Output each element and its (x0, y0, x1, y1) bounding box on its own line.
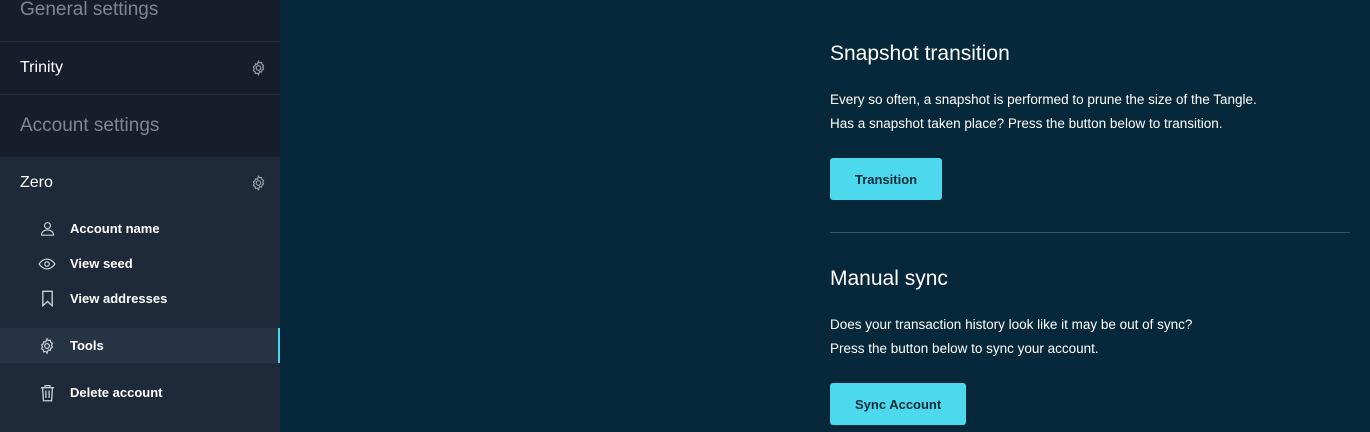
snapshot-description-line-1: Every so often, a snapshot is performed … (830, 92, 1257, 107)
gear-icon[interactable] (250, 175, 267, 192)
wallet-item-label: Trinity (20, 59, 63, 76)
sidebar-item-tools[interactable]: Tools (0, 328, 280, 363)
wallet-item-trinity[interactable]: Trinity (0, 42, 280, 94)
trash-icon (38, 384, 56, 402)
sidebar-item-view-addresses[interactable]: View addresses (0, 281, 280, 316)
gear-icon[interactable] (250, 60, 267, 77)
eye-icon (38, 255, 56, 273)
sidebar-item-delete-account[interactable]: Delete account (0, 375, 280, 410)
account-name-label: Zero (20, 174, 53, 191)
snapshot-description-line-2: Has a snapshot taken place? Press the bu… (830, 116, 1223, 131)
sidebar-item-label: Account name (70, 221, 160, 236)
general-settings-section: General settings Trinity Account setting… (0, 0, 280, 157)
transition-button[interactable]: Transition (830, 158, 943, 200)
section-divider (830, 232, 1350, 233)
sync-description-line-2: Press the button below to sync your acco… (830, 341, 1099, 356)
sidebar-item-label: View seed (70, 256, 133, 271)
sidebar: General settings Trinity Account setting… (0, 0, 280, 432)
manual-sync-title: Manual sync (830, 267, 948, 290)
gear-icon (38, 337, 56, 355)
user-icon (38, 220, 56, 238)
sidebar-item-label: Delete account (70, 385, 163, 400)
sidebar-item-account-name[interactable]: Account name (0, 211, 280, 246)
snapshot-transition-title: Snapshot transition (830, 42, 1010, 65)
account-item-zero[interactable]: Zero (0, 157, 280, 209)
sidebar-item-label: View addresses (70, 291, 168, 306)
sync-account-button[interactable]: Sync Account (830, 383, 967, 425)
general-settings-heading: General settings (20, 0, 159, 20)
bookmark-icon (38, 290, 56, 308)
sync-description-line-1: Does your transaction history look like … (830, 317, 1193, 332)
sidebar-item-label: Tools (70, 338, 104, 353)
sidebar-item-view-seed[interactable]: View seed (0, 246, 280, 281)
account-settings-heading: Account settings (20, 115, 160, 136)
